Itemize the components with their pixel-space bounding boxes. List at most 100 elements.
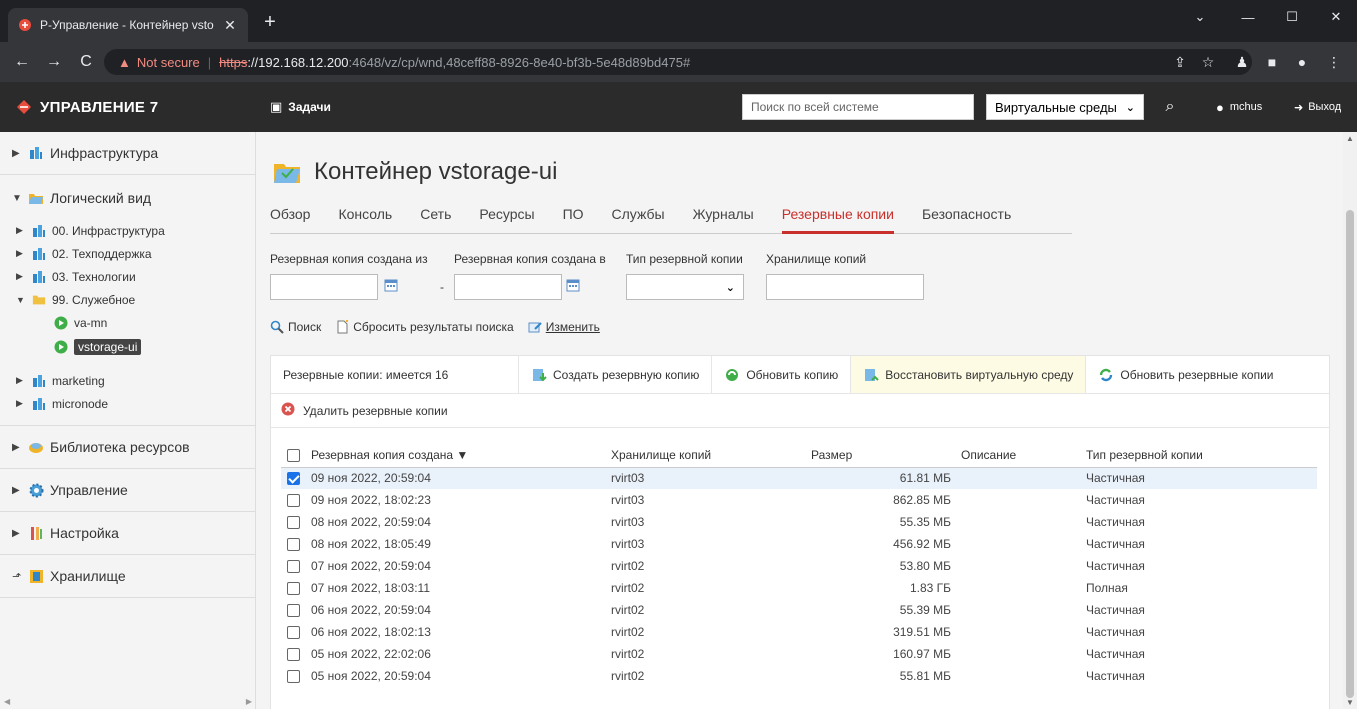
- tab-overview[interactable]: Обзор: [270, 202, 310, 234]
- address-bar[interactable]: ▲ Not secure | https://192.168.12.200:46…: [104, 49, 1252, 75]
- sidebar-item-resource-library[interactable]: ▶ Библиотека ресурсов: [0, 426, 255, 468]
- sidebar-item-service[interactable]: ▼ 99. Служебное: [0, 288, 255, 311]
- expand-arrow-icon[interactable]: ▶: [16, 398, 28, 409]
- expand-arrow-icon[interactable]: ▶: [12, 528, 24, 539]
- to-date-input[interactable]: [454, 274, 562, 300]
- menu-kebab-icon[interactable]: ⋮: [1324, 52, 1344, 72]
- minimize-button[interactable]: —: [1228, 0, 1268, 34]
- expand-arrow-icon[interactable]: ▶: [16, 248, 28, 259]
- backup-type-select[interactable]: ⌄: [626, 274, 744, 300]
- maximize-button[interactable]: ☐: [1272, 0, 1312, 34]
- scroll-down-icon[interactable]: ▼: [1346, 698, 1354, 707]
- table-row[interactable]: 05 ноя 2022, 22:02:06 rvirt02 160.97 МБ Час…: [281, 643, 1317, 665]
- col-type[interactable]: Тип резервной копии: [1086, 443, 1317, 468]
- storage-input[interactable]: [766, 274, 924, 300]
- calendar-icon[interactable]: [566, 278, 580, 292]
- reset-button[interactable]: Сбросить результаты поиска: [335, 320, 514, 334]
- table-row[interactable]: 08 ноя 2022, 20:59:04 rvirt03 55.35 МБ Част…: [281, 511, 1317, 533]
- expand-arrow-icon[interactable]: ▶: [16, 225, 28, 236]
- tasks-link[interactable]: ▣ Задачи: [270, 82, 331, 132]
- global-search-input[interactable]: [742, 94, 974, 120]
- scroll-right-icon[interactable]: ▶: [246, 697, 252, 706]
- expand-arrow-icon[interactable]: ▶: [12, 485, 24, 496]
- from-date-input[interactable]: [270, 274, 378, 300]
- search-button[interactable]: Поиск: [270, 320, 321, 334]
- sidebar-item-marketing[interactable]: ▶ marketing: [0, 369, 255, 392]
- row-checkbox[interactable]: [287, 582, 300, 596]
- storage-arrow-icon[interactable]: ⬏: [12, 570, 24, 583]
- scroll-thumb[interactable]: [1346, 210, 1354, 698]
- sidebar-item-va-mn[interactable]: va-mn: [0, 311, 255, 335]
- calendar-icon[interactable]: [384, 278, 398, 292]
- new-tab-button[interactable]: +: [258, 10, 282, 34]
- collapse-arrow-icon[interactable]: ▼: [12, 193, 24, 204]
- row-checkbox[interactable]: [287, 648, 300, 662]
- change-link[interactable]: Изменить: [528, 320, 600, 334]
- sidebar-item-micronode[interactable]: ▶ micronode: [0, 392, 255, 415]
- extension-icon[interactable]: ♟: [1232, 52, 1252, 72]
- tab-search-icon[interactable]: ⌄: [1180, 0, 1220, 34]
- back-icon[interactable]: ←: [12, 52, 32, 72]
- row-checkbox[interactable]: [287, 604, 300, 618]
- sidepanel-icon[interactable]: ■: [1262, 52, 1282, 72]
- row-checkbox[interactable]: [287, 472, 300, 486]
- tab-logs[interactable]: Журналы: [693, 202, 754, 234]
- reload-icon[interactable]: C: [76, 52, 96, 72]
- tab-services[interactable]: Службы: [612, 202, 665, 234]
- col-storage[interactable]: Хранилище копий: [611, 443, 811, 468]
- col-size[interactable]: Размер: [811, 443, 961, 468]
- sidebar-item-logical-view[interactable]: ▼ Логический вид: [0, 177, 255, 219]
- browser-tab[interactable]: Р-Управление - Контейнер vsto ✕: [8, 8, 248, 42]
- refresh-backups-button[interactable]: Обновить резервные копии: [1086, 356, 1285, 393]
- sidebar-item-infra00[interactable]: ▶ 00. Инфраструктура: [0, 219, 255, 242]
- table-row[interactable]: 06 ноя 2022, 20:59:04 rvirt02 55.39 МБ Част…: [281, 599, 1317, 621]
- share-icon[interactable]: ⇪: [1170, 52, 1190, 72]
- table-row[interactable]: 05 ноя 2022, 20:59:04 rvirt02 55.81 МБ Част…: [281, 665, 1317, 687]
- tab-resources[interactable]: Ресурсы: [479, 202, 534, 234]
- row-checkbox[interactable]: [287, 670, 300, 684]
- close-window-button[interactable]: ✕: [1316, 0, 1356, 34]
- sidebar-item-storage[interactable]: ⬏ Хранилище: [0, 555, 255, 597]
- expand-arrow-icon[interactable]: ▶: [16, 375, 28, 386]
- tab-backups[interactable]: Резервные копии: [781, 202, 894, 234]
- scroll-left-icon[interactable]: ◀: [4, 697, 10, 706]
- sidebar-item-vstorage-ui[interactable]: vstorage-ui: [0, 335, 255, 359]
- bookmark-star-icon[interactable]: ☆: [1198, 52, 1218, 72]
- restore-button[interactable]: Восстановить виртуальную среду: [851, 356, 1087, 393]
- create-backup-button[interactable]: Создать резервную копию: [519, 356, 713, 393]
- scope-select[interactable]: Виртуальные среды ⌄: [986, 94, 1144, 120]
- row-checkbox[interactable]: [287, 626, 300, 640]
- sidebar-horizontal-scrollbar[interactable]: ◀ ▶: [0, 697, 255, 709]
- tab-console[interactable]: Консоль: [338, 202, 392, 234]
- col-created[interactable]: Резервная копия создана ▼: [311, 443, 611, 468]
- tab-close-icon[interactable]: ✕: [222, 17, 238, 34]
- tab-network[interactable]: Сеть: [420, 202, 451, 234]
- expand-arrow-icon[interactable]: ▶: [12, 148, 24, 159]
- sidebar-item-tech[interactable]: ▶ 03. Технологии: [0, 265, 255, 288]
- update-copy-button[interactable]: Обновить копию: [712, 356, 852, 393]
- table-row[interactable]: 06 ноя 2022, 18:02:13 rvirt02 319.51 МБ Час…: [281, 621, 1317, 643]
- tab-security[interactable]: Безопасность: [922, 202, 1011, 234]
- sidebar-item-settings[interactable]: ▶ Настройка: [0, 512, 255, 554]
- tab-software[interactable]: ПО: [563, 202, 584, 234]
- logout-link[interactable]: ➜ Выход: [1294, 82, 1341, 132]
- table-row[interactable]: 09 ноя 2022, 20:59:04 rvirt03 61.81 МБ Част…: [281, 467, 1317, 489]
- table-row[interactable]: 07 ноя 2022, 20:59:04 rvirt02 53.80 МБ Част…: [281, 555, 1317, 577]
- search-icon[interactable]: ⌕: [1159, 96, 1181, 118]
- forward-icon[interactable]: →: [44, 52, 64, 72]
- table-row[interactable]: 07 ноя 2022, 18:03:11 rvirt02 1.83 ГБ Полна…: [281, 577, 1317, 599]
- row-checkbox[interactable]: [287, 538, 300, 552]
- sidebar-item-infrastructure[interactable]: ▶ Инфраструктура: [0, 132, 255, 174]
- vertical-scrollbar[interactable]: ▲ ▼: [1343, 132, 1357, 709]
- table-row[interactable]: 08 ноя 2022, 18:05:49 rvirt03 456.92 МБ Час…: [281, 533, 1317, 555]
- delete-backups-button[interactable]: Удалить резервные копии: [271, 394, 1329, 428]
- row-checkbox[interactable]: [287, 494, 300, 508]
- collapse-arrow-icon[interactable]: ▼: [16, 295, 28, 305]
- col-description[interactable]: Описание: [961, 443, 1086, 468]
- brand[interactable]: УПРАВЛЕНИЕ 7: [16, 82, 158, 132]
- sidebar-item-support[interactable]: ▶ 02. Техподдержка: [0, 242, 255, 265]
- expand-arrow-icon[interactable]: ▶: [12, 442, 24, 453]
- user-menu[interactable]: ● mchus: [1216, 82, 1262, 132]
- row-checkbox[interactable]: [287, 560, 300, 574]
- select-all-checkbox[interactable]: [287, 448, 300, 462]
